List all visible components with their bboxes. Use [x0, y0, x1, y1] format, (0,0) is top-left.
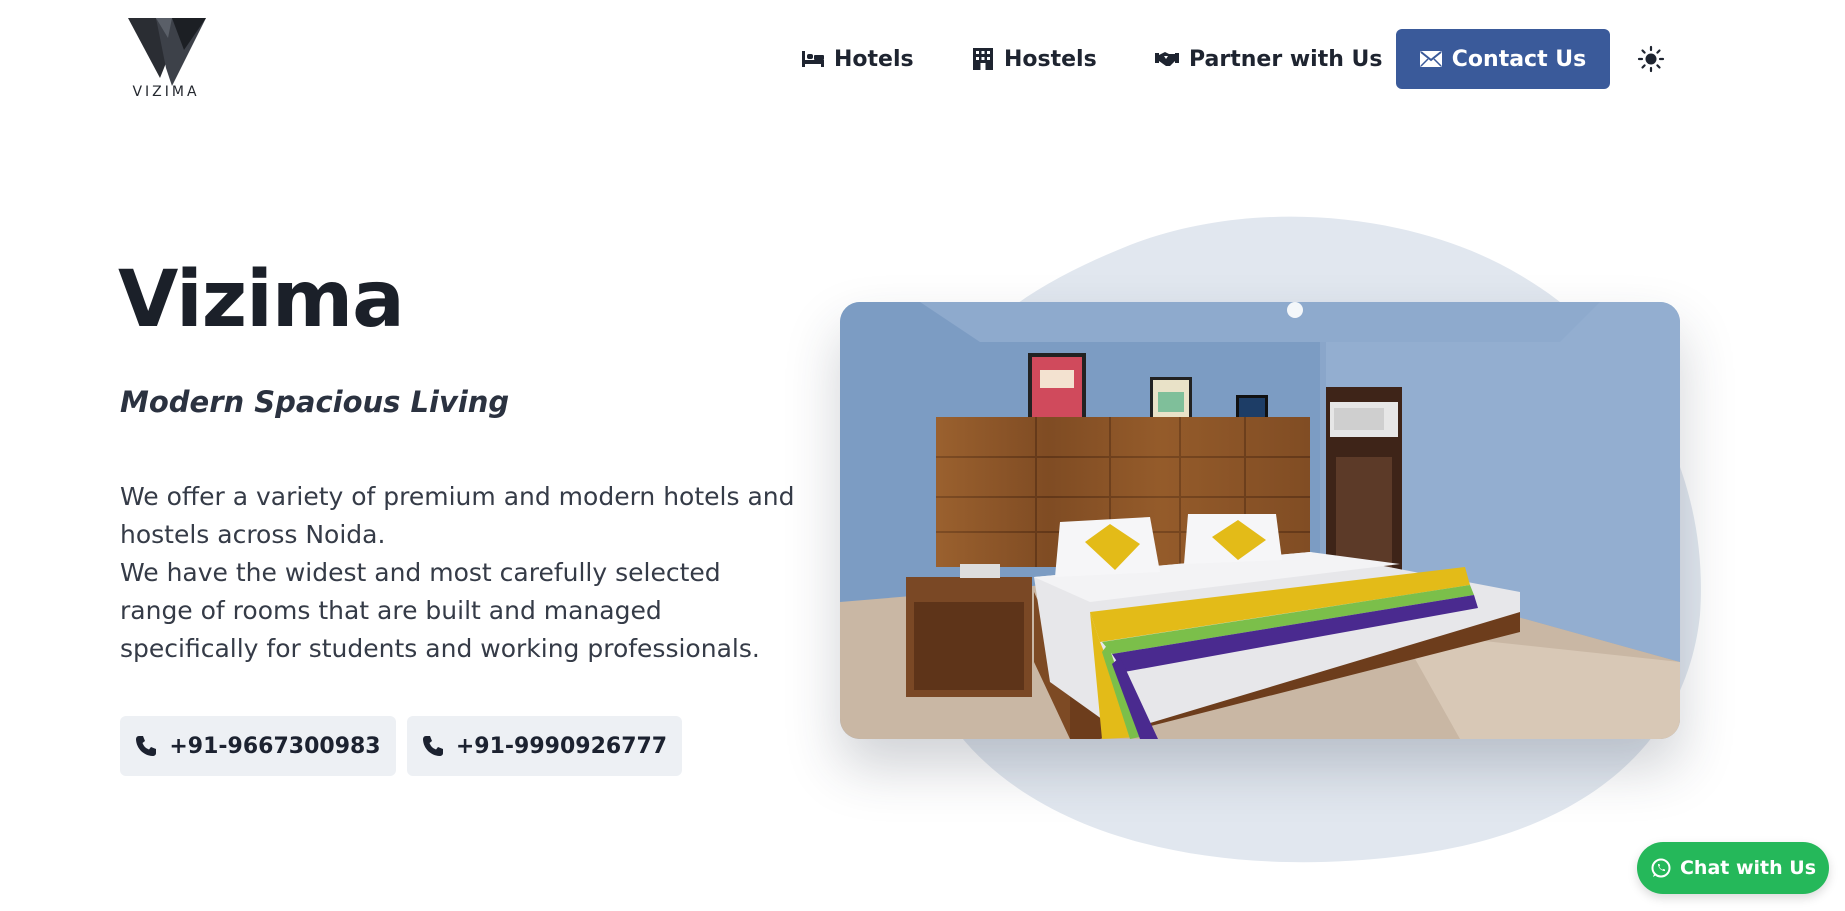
phone-icon: [422, 736, 443, 756]
chat-with-us-label: Chat with Us: [1679, 857, 1816, 879]
bed-icon: [802, 51, 824, 67]
hero-desc-line1: We offer a variety of premium and modern…: [120, 482, 795, 549]
phone-number-1: +91-9667300983: [169, 733, 381, 759]
chat-with-us-button[interactable]: Chat with Us: [1637, 842, 1829, 894]
hero-description: We offer a variety of premium and modern…: [120, 478, 800, 668]
sun-icon[interactable]: [1636, 44, 1666, 74]
nav-hostels[interactable]: Hostels: [972, 29, 1097, 89]
logo-wordmark: VIZIMA: [132, 84, 200, 100]
contact-us-label: Contact Us: [1451, 46, 1587, 72]
building-icon: [973, 48, 993, 70]
nav-hostels-label: Hostels: [1004, 46, 1097, 72]
phone-icon: [136, 736, 157, 756]
site-header: VIZIMA Hotels Hostels Partner with Us Co…: [0, 0, 1845, 120]
hero-desc-line2: We have the widest and most carefully se…: [120, 558, 760, 663]
contact-us-button[interactable]: Contact Us: [1396, 29, 1610, 89]
envelope-icon: [1419, 51, 1442, 67]
handshake-icon: [1155, 52, 1179, 66]
hotel-room-illustration: [840, 302, 1680, 739]
hotel-room-photo: [840, 302, 1680, 739]
nav-partner-label: Partner with Us: [1189, 46, 1383, 72]
phone-button-2[interactable]: +91-9990926777: [407, 716, 682, 776]
nav-hotels-label: Hotels: [834, 46, 914, 72]
hero-subtitle: Modern Spacious Living: [120, 385, 510, 419]
hero-title: Vizima: [118, 255, 405, 345]
nav-partner[interactable]: Partner with Us: [1155, 29, 1383, 89]
phone-number-2: +91-9990926777: [455, 733, 668, 759]
whatsapp-icon: [1651, 858, 1671, 878]
nav-hotels[interactable]: Hotels: [802, 29, 914, 89]
phone-button-1[interactable]: +91-9667300983: [120, 716, 396, 776]
